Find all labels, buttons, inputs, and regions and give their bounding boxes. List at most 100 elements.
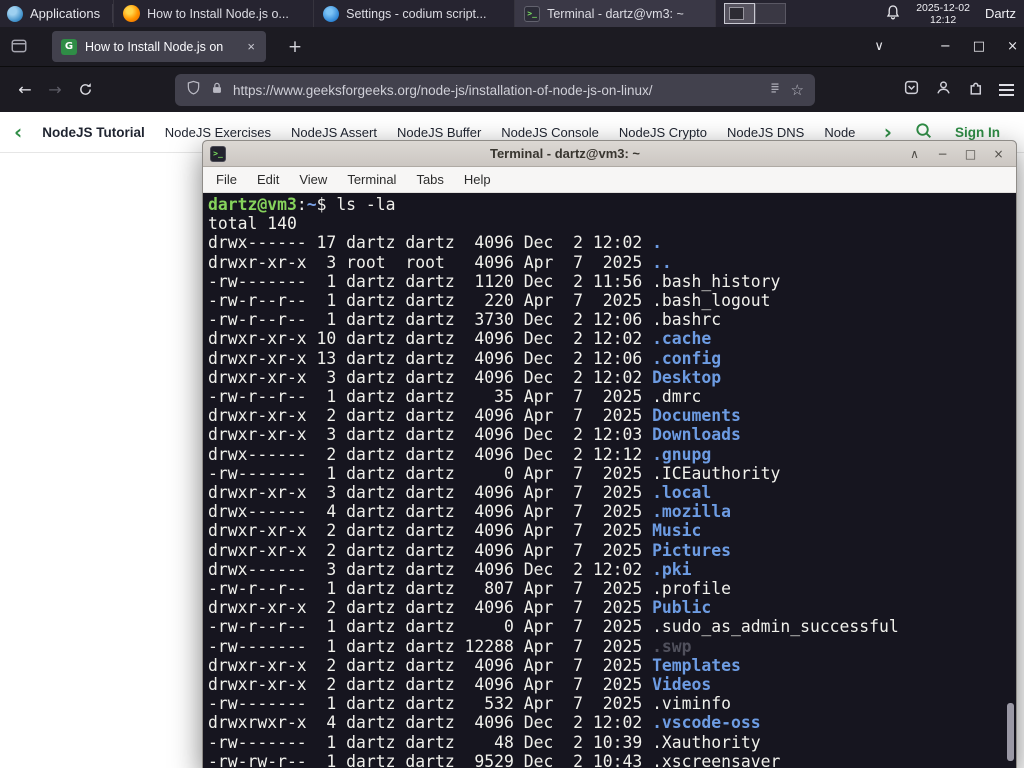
terminal-menu-view[interactable]: View <box>289 172 337 187</box>
codium-icon <box>323 5 340 22</box>
maximize-button[interactable]: □ <box>973 39 985 54</box>
applications-menu[interactable]: Applications <box>0 0 112 27</box>
terminal-icon <box>524 5 541 22</box>
terminal-output: drwx------ 17 dartz dartz 4096 Dec 2 12:… <box>208 233 1016 768</box>
terminal-menu-terminal[interactable]: Terminal <box>337 172 406 187</box>
terminal-titlebar[interactable]: Terminal - dartz@vm3: ~ ∧ − □ × <box>203 141 1016 167</box>
panel-right: 2025-12-02 12:12 Dartz <box>885 2 1024 26</box>
firefox-toolbar: ← → https://www.geeksforgeeks.org/node-j… <box>0 66 1024 112</box>
extensions-icon[interactable] <box>967 79 984 101</box>
url-text[interactable]: https://www.geeksforgeeks.org/node-js/in… <box>233 83 759 98</box>
file-name: .viminfo <box>652 694 732 714</box>
gfg-nav-item[interactable]: NodeJS Exercises <box>165 125 271 140</box>
terminal-body[interactable]: dartz@vm3:~$ ls -la total 140 drwx------ 1… <box>203 193 1016 768</box>
command-text: ls -la <box>336 195 396 214</box>
gfg-nav-item[interactable]: NodeJS DNS <box>727 125 804 140</box>
bookmark-star-icon[interactable]: ☆ <box>791 81 804 99</box>
terminal-window: Terminal - dartz@vm3: ~ ∧ − □ × FileEdit… <box>202 140 1017 768</box>
file-name: .vscode-oss <box>652 713 761 733</box>
terminal-line: drwx------ 17 dartz dartz 4096 Dec 2 12:… <box>208 233 1016 252</box>
back-button[interactable]: ← <box>10 75 40 105</box>
workspace-1[interactable] <box>724 3 756 24</box>
terminal-menu-tabs[interactable]: Tabs <box>406 172 453 187</box>
terminal-scrollbar[interactable] <box>1007 703 1014 761</box>
line-meta: drwx------ 4 dartz dartz 4096 Apr 7 2025 <box>208 502 653 522</box>
line-meta: drwxr-xr-x 10 dartz dartz 4096 Dec 2 12:… <box>208 329 653 349</box>
gfg-nav-item[interactable]: NodeJS Console <box>501 125 599 140</box>
user-menu[interactable]: Dartz <box>985 6 1016 21</box>
terminal-menu-help[interactable]: Help <box>454 172 501 187</box>
reload-icon[interactable] <box>70 75 100 105</box>
terminal-line: -rw------- 1 dartz dartz 0 Apr 7 2025 .I… <box>208 464 1016 483</box>
gfg-nav-item[interactable]: NodeJS Buffer <box>397 125 481 140</box>
taskbar-button[interactable]: Terminal - dartz@vm3: ~ <box>515 0 717 27</box>
terminal-line: drwxrwxr-x 4 dartz dartz 4096 Dec 2 12:0… <box>208 713 1016 732</box>
line-meta: drwxr-xr-x 13 dartz dartz 4096 Dec 2 12:… <box>208 348 653 368</box>
tab-close-icon[interactable]: × <box>245 39 257 54</box>
line-meta: -rw-r--r-- 1 dartz dartz 807 Apr 7 2025 <box>208 579 653 599</box>
terminal-maximize-button[interactable]: □ <box>960 147 981 161</box>
taskbar-button-label: Terminal - dartz@vm3: ~ <box>547 6 684 21</box>
close-button[interactable]: × <box>1007 39 1018 54</box>
terminal-line: -rw-r--r-- 1 dartz dartz 220 Apr 7 2025 … <box>208 291 1016 310</box>
toolbar-right-icons <box>903 67 1014 113</box>
menu-icon[interactable] <box>999 84 1014 96</box>
line-meta: -rw------- 1 dartz dartz 532 Apr 7 2025 <box>208 694 653 714</box>
gfg-nav-item[interactable]: NodeJS Assert <box>291 125 377 140</box>
top-panel: Applications How to Install Node.js o...… <box>0 0 1024 27</box>
chevron-right-icon[interactable]: › <box>884 122 892 142</box>
url-bar[interactable]: https://www.geeksforgeeks.org/node-js/in… <box>175 74 815 106</box>
minimize-button[interactable]: − <box>940 39 951 54</box>
browser-tab[interactable]: How to Install Node.js on × <box>52 31 266 62</box>
desktop: Applications How to Install Node.js o...… <box>0 0 1024 768</box>
file-name: .gnupg <box>652 444 712 464</box>
file-name: Templates <box>652 655 741 675</box>
firefox-view-icon[interactable] <box>10 37 28 60</box>
gfg-nav-item[interactable]: Node <box>824 125 855 140</box>
line-meta: drwxr-xr-x 2 dartz dartz 4096 Apr 7 2025 <box>208 655 653 675</box>
list-all-tabs-icon[interactable]: ∨ <box>874 39 884 54</box>
file-name: .bash_history <box>652 271 781 291</box>
terminal-shade-button[interactable]: ∧ <box>904 147 925 161</box>
file-name: Public <box>652 598 712 618</box>
gfg-nav-items: NodeJS Tutorial NodeJS Exercises NodeJS As… <box>42 125 855 140</box>
terminal-line: -rw------- 1 dartz dartz 1120 Dec 2 11:5… <box>208 272 1016 291</box>
taskbar-button[interactable]: How to Install Node.js o... <box>113 0 315 27</box>
geeksforgeeks-favicon <box>61 38 77 55</box>
new-tab-button[interactable]: + <box>282 34 308 60</box>
line-meta: drwxr-xr-x 3 dartz dartz 4096 Apr 7 2025 <box>208 483 653 503</box>
gfg-nav-item[interactable]: NodeJS Tutorial <box>42 125 145 140</box>
terminal-line: drwxr-xr-x 3 dartz dartz 4096 Dec 2 12:0… <box>208 368 1016 387</box>
lock-icon[interactable] <box>210 81 224 100</box>
chevron-left-icon[interactable]: ‹ <box>14 122 22 142</box>
terminal-line: drwxr-xr-x 3 root root 4096 Apr 7 2025 .… <box>208 253 1016 272</box>
terminal-minimize-button[interactable]: − <box>932 147 953 161</box>
line-meta: drwx------ 17 dartz dartz 4096 Dec 2 12:… <box>208 233 653 253</box>
line-meta: drwxrwxr-x 4 dartz dartz 4096 Dec 2 12:0… <box>208 713 653 733</box>
file-name: Music <box>652 521 702 541</box>
shield-icon[interactable] <box>186 80 201 100</box>
workspace-switcher[interactable] <box>724 3 787 24</box>
workspace-2[interactable] <box>755 3 787 24</box>
taskbar-button[interactable]: Settings - codium script... <box>314 0 516 27</box>
pocket-icon[interactable] <box>903 79 920 101</box>
line-meta: drwxr-xr-x 3 dartz dartz 4096 Dec 2 12:0… <box>208 367 653 387</box>
terminal-line: drwxr-xr-x 2 dartz dartz 4096 Apr 7 2025… <box>208 406 1016 425</box>
sign-in-button[interactable]: Sign In <box>955 125 1010 140</box>
notification-bell-icon[interactable] <box>885 4 901 23</box>
terminal-menu-edit[interactable]: Edit <box>247 172 289 187</box>
terminal-menu-file[interactable]: File <box>206 172 247 187</box>
forward-button: → <box>48 80 62 99</box>
clock[interactable]: 2025-12-02 12:12 <box>916 2 970 26</box>
file-name: . <box>652 233 662 253</box>
taskbar: How to Install Node.js o... Settings - co… <box>113 0 717 27</box>
line-meta: drwxr-xr-x 2 dartz dartz 4096 Apr 7 2025 <box>208 406 653 426</box>
terminal-line: drwx------ 2 dartz dartz 4096 Dec 2 12:1… <box>208 445 1016 464</box>
terminal-close-button[interactable]: × <box>988 147 1009 161</box>
account-icon[interactable] <box>935 79 952 101</box>
file-name: .sudo_as_admin_successful <box>652 617 899 637</box>
file-name: .swp <box>652 636 692 656</box>
file-name: .. <box>652 252 672 272</box>
gfg-nav-item[interactable]: NodeJS Crypto <box>619 125 707 140</box>
reader-mode-icon[interactable] <box>768 81 782 100</box>
